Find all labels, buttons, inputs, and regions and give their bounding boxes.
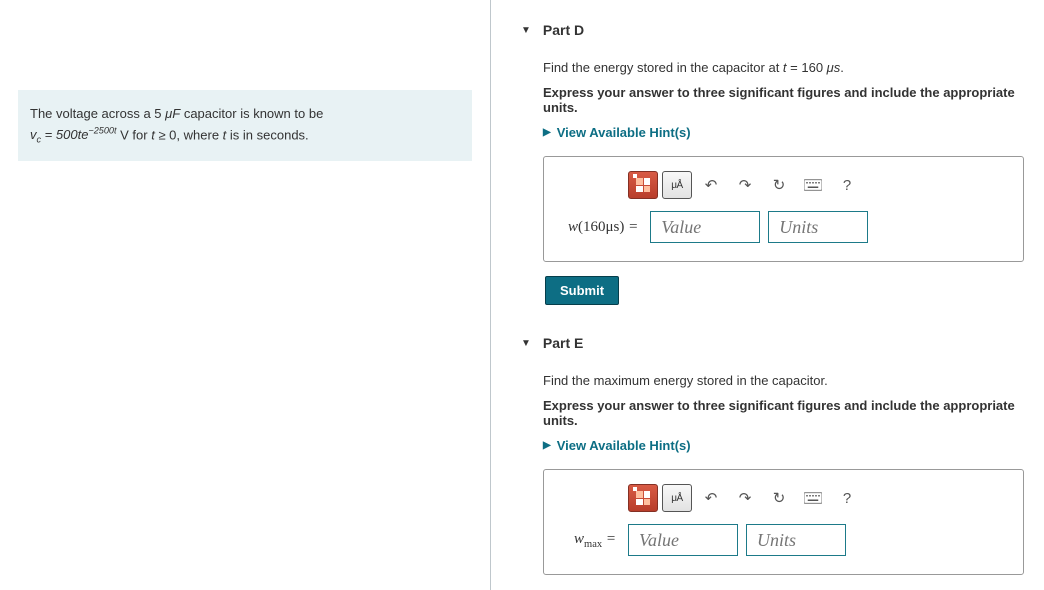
answer-toolbar: μÅ ↶ ↷ ↻ ? [628,484,1009,512]
label: μÅ [671,493,682,504]
text: Find the energy stored in the capacitor … [543,60,783,75]
part-title: Part E [543,335,583,351]
chevron-down-icon: ▼ [521,338,531,349]
units-symbol-button[interactable]: μÅ [662,171,692,199]
answer-variable-label: wmax = [568,531,620,550]
arg: (160μs) [578,219,624,235]
answer-toolbar: μÅ ↶ ↷ ↻ ? [628,171,1009,199]
text: = 500 [41,127,78,142]
chevron-down-icon: ▼ [521,25,531,36]
equation: vc = 500te−2500t [30,127,120,142]
units-input[interactable] [768,211,868,243]
exponent: −2500t [88,126,116,136]
subscript: max [584,539,602,550]
text: is in seconds. [226,127,308,142]
label: μÅ [671,180,682,191]
text: V for [120,127,151,142]
eq: = [602,531,616,547]
instruction-text: Express your answer to three significant… [543,85,1024,115]
help-button[interactable]: ? [832,484,862,512]
var: w [574,531,584,547]
text: . [840,60,844,75]
text: ≥ 0, where [155,127,223,142]
redo-button[interactable]: ↷ [730,484,760,512]
chevron-right-icon: ▶ [543,127,551,138]
units-input[interactable] [746,524,846,556]
var: w [568,219,578,235]
view-hints-link[interactable]: ▶ View Available Hint(s) [543,125,1024,140]
answer-variable-label: w(160μs) = [568,219,642,236]
text: The voltage across a 5 [30,106,165,121]
answer-panel: μÅ ↶ ↷ ↻ ? w(160μs) = [543,156,1024,262]
part-title: Part D [543,22,584,38]
link-label: View Available Hint(s) [557,438,691,453]
undo-button[interactable]: ↶ [696,171,726,199]
value-input[interactable] [650,211,760,243]
text: = 160 [787,60,827,75]
answer-panel: μÅ ↶ ↷ ↻ ? wmax = [543,469,1024,575]
question-text: Find the energy stored in the capacitor … [543,60,1024,75]
problem-statement: The voltage across a 5 μF capacitor is k… [18,90,472,161]
part-d-header[interactable]: ▼ Part D [521,22,1024,38]
text: capacitor is known to be [180,106,323,121]
text: μF [165,106,180,121]
redo-button[interactable]: ↷ [730,171,760,199]
templates-button[interactable] [628,171,658,199]
undo-button[interactable]: ↶ [696,484,726,512]
question-text: Find the maximum energy stored in the ca… [543,373,1024,388]
submit-button[interactable]: Submit [545,276,619,305]
value-input[interactable] [628,524,738,556]
keyboard-button[interactable] [798,171,828,199]
templates-button[interactable] [628,484,658,512]
keyboard-button[interactable] [798,484,828,512]
reset-button[interactable]: ↻ [764,484,794,512]
link-label: View Available Hint(s) [557,125,691,140]
chevron-right-icon: ▶ [543,440,551,451]
reset-button[interactable]: ↻ [764,171,794,199]
keyboard-icon [804,492,822,504]
instruction-text: Express your answer to three significant… [543,398,1024,428]
part-e-header[interactable]: ▼ Part E [521,335,1024,351]
view-hints-link[interactable]: ▶ View Available Hint(s) [543,438,1024,453]
text: μs [827,60,841,75]
eq: = [624,219,638,235]
units-symbol-button[interactable]: μÅ [662,484,692,512]
help-button[interactable]: ? [832,171,862,199]
keyboard-icon [804,179,822,191]
